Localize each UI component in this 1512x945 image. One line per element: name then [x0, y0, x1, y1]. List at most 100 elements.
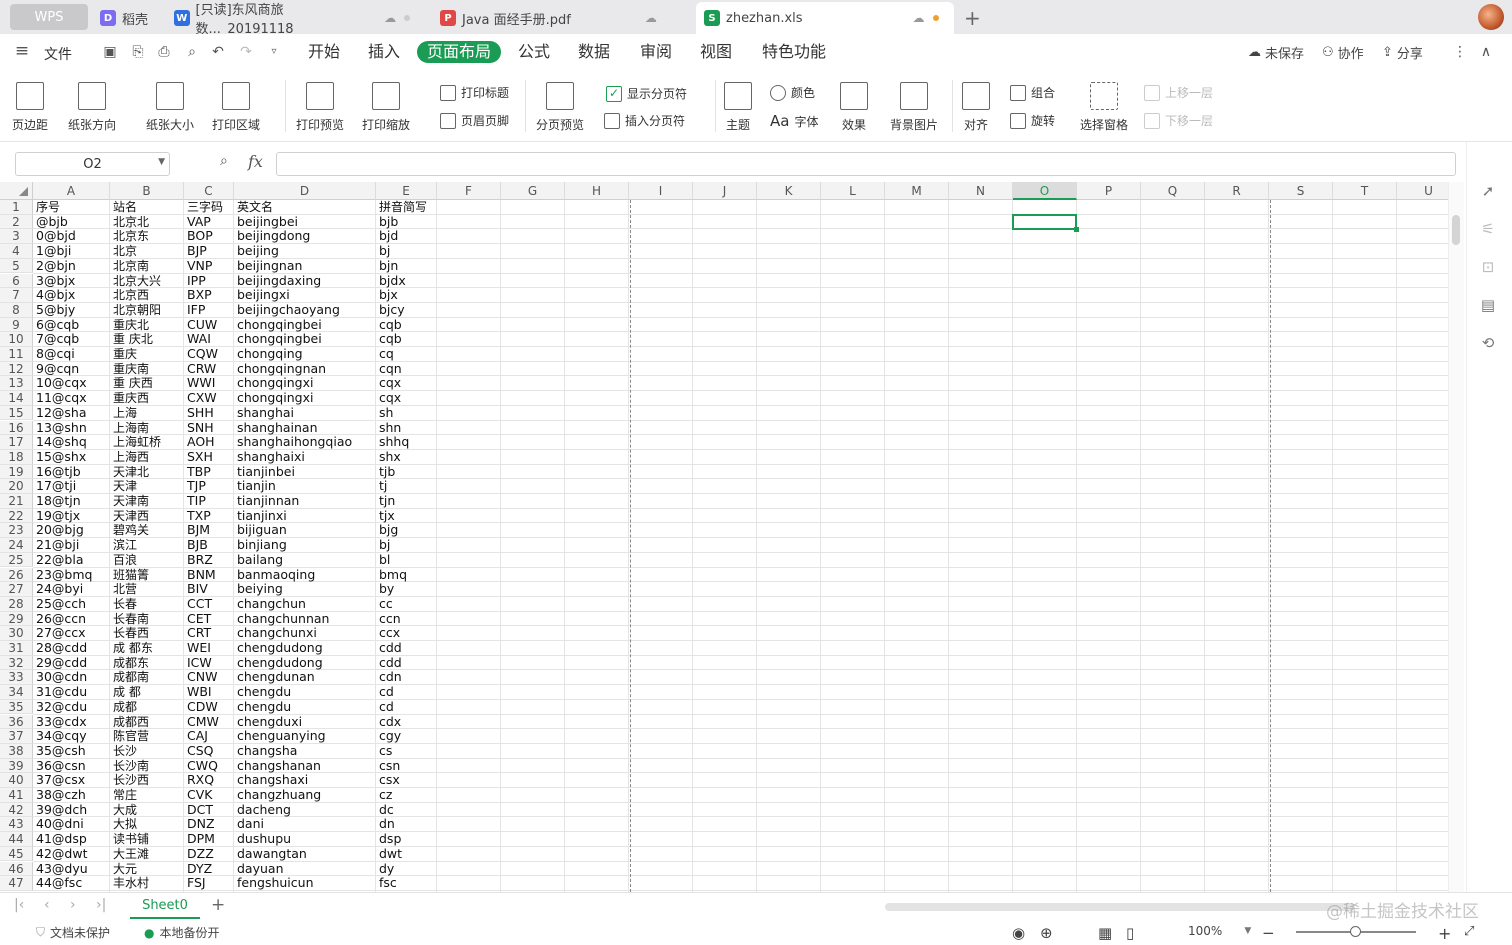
prev-sheet-icon[interactable]: ‹ — [44, 897, 50, 913]
table-cell[interactable]: TBP — [184, 465, 234, 480]
next-sheet-icon[interactable]: › — [70, 897, 76, 913]
table-cell[interactable]: 8@cqi — [33, 347, 110, 362]
table-cell[interactable]: 24@byi — [33, 582, 110, 597]
table-cell[interactable]: tianjinbei — [234, 465, 376, 480]
row-header[interactable]: 24 — [0, 538, 33, 553]
column-header[interactable]: O — [1013, 182, 1077, 200]
table-cell[interactable]: 成 都 — [110, 685, 184, 700]
table-cell[interactable]: 11@cqx — [33, 391, 110, 406]
print-titles-button[interactable]: 打印标题 — [440, 84, 509, 101]
table-cell[interactable]: bjcy — [376, 303, 437, 318]
table-cell[interactable]: 成 都东 — [110, 641, 184, 656]
protect-status[interactable]: ⛉ 文档未保护 — [36, 924, 110, 941]
table-cell[interactable]: WAI — [184, 332, 234, 347]
table-cell[interactable]: by — [376, 582, 437, 597]
table-cell[interactable]: chengdu — [234, 685, 376, 700]
column-header[interactable]: A — [33, 182, 110, 200]
table-cell[interactable]: bjg — [376, 523, 437, 538]
table-cell[interactable]: 9@cqn — [33, 362, 110, 377]
table-cell[interactable]: bjn — [376, 259, 437, 274]
table-cell[interactable]: 北京南 — [110, 259, 184, 274]
column-header[interactable]: F — [437, 182, 501, 200]
table-cell[interactable]: CET — [184, 612, 234, 627]
table-cell[interactable]: 40@dni — [33, 817, 110, 832]
table-cell[interactable]: beijingchaoyang — [234, 303, 376, 318]
table-cell[interactable]: CAJ — [184, 729, 234, 744]
table-cell[interactable]: TXP — [184, 509, 234, 524]
export-pdf-icon[interactable]: ⎘ — [130, 44, 146, 60]
table-cell[interactable]: 成都西 — [110, 715, 184, 730]
table-cell[interactable]: dsp — [376, 832, 437, 847]
table-cell[interactable]: 1@bji — [33, 244, 110, 259]
row-header[interactable]: 18 — [0, 449, 33, 465]
table-cell[interactable]: cdn — [376, 670, 437, 685]
group-button[interactable]: 组合 — [1010, 84, 1055, 101]
table-cell[interactable]: IFP — [184, 303, 234, 318]
table-cell[interactable]: chengdu — [234, 700, 376, 715]
table-cell[interactable]: 成都东 — [110, 656, 184, 671]
page-break-preview-button[interactable]: 分页预览 — [536, 82, 584, 133]
table-cell[interactable]: 北京北 — [110, 215, 184, 230]
table-cell[interactable]: 44@fsc — [33, 876, 110, 891]
table-cell[interactable]: banmaoqing — [234, 568, 376, 583]
table-cell[interactable]: beijingxi — [234, 288, 376, 303]
row-header[interactable]: 37 — [0, 729, 33, 744]
row-header[interactable]: 39 — [0, 758, 33, 774]
table-cell[interactable]: CMW — [184, 715, 234, 730]
table-cell[interactable]: DCT — [184, 803, 234, 818]
table-cell[interactable]: shx — [376, 450, 437, 465]
table-cell[interactable]: 上海西 — [110, 450, 184, 465]
table-cell[interactable]: 23@bmq — [33, 568, 110, 583]
table-cell[interactable]: shanghainan — [234, 421, 376, 436]
table-cell[interactable]: CRW — [184, 362, 234, 377]
table-cell[interactable]: bijiguan — [234, 523, 376, 538]
table-cell[interactable]: bjx — [376, 288, 437, 303]
column-header[interactable]: K — [757, 182, 821, 200]
table-cell[interactable]: csx — [376, 773, 437, 788]
table-cell[interactable]: BJM — [184, 523, 234, 538]
table-cell[interactable]: 4@bjx — [33, 288, 110, 303]
table-cell[interactable]: 33@cdx — [33, 715, 110, 730]
table-cell[interactable]: bjdx — [376, 274, 437, 289]
table-cell[interactable]: changshanan — [234, 759, 376, 774]
hamburger-icon[interactable]: ≡ — [14, 43, 30, 60]
table-cell[interactable]: 滨江 — [110, 538, 184, 553]
row-header[interactable]: 20 — [0, 479, 33, 494]
table-cell[interactable]: 2@bjn — [33, 259, 110, 274]
table-cell[interactable]: chongqingxi — [234, 376, 376, 391]
undo-icon[interactable]: ↶ — [210, 44, 226, 60]
column-header[interactable]: T — [1333, 182, 1397, 200]
column-header[interactable]: R — [1205, 182, 1269, 200]
table-cell[interactable]: 18@tjn — [33, 494, 110, 509]
theme-button[interactable]: 主题 — [724, 82, 752, 133]
table-cell[interactable]: bj — [376, 244, 437, 259]
table-cell[interactable]: 10@cqx — [33, 376, 110, 391]
fonts-button[interactable]: Aa 字体 — [770, 112, 818, 130]
table-cell[interactable]: shn — [376, 421, 437, 436]
row-header[interactable]: 38 — [0, 743, 33, 759]
table-cell[interactable]: 长沙西 — [110, 773, 184, 788]
table-cell[interactable]: beijingdong — [234, 229, 376, 244]
table-cell[interactable]: 北营 — [110, 582, 184, 597]
table-cell[interactable]: 27@ccx — [33, 626, 110, 641]
table-cell[interactable]: dushupu — [234, 832, 376, 847]
row-header[interactable]: 26 — [0, 567, 33, 583]
avatar[interactable] — [1478, 4, 1504, 30]
table-cell[interactable]: cd — [376, 685, 437, 700]
colors-button[interactable]: 颜色 — [770, 84, 815, 101]
table-cell[interactable]: 25@cch — [33, 597, 110, 612]
row-header[interactable]: 22 — [0, 508, 33, 524]
tab-daoke[interactable]: D 稻壳 — [92, 2, 156, 34]
table-cell[interactable]: changsha — [234, 744, 376, 759]
table-cell[interactable]: VAP — [184, 215, 234, 230]
table-cell[interactable]: bjb — [376, 215, 437, 230]
row-header[interactable]: 29 — [0, 611, 33, 627]
table-cell[interactable]: 重 庆北 — [110, 332, 184, 347]
row-header[interactable]: 40 — [0, 773, 33, 788]
table-cell[interactable]: bl — [376, 553, 437, 568]
table-cell[interactable]: SXH — [184, 450, 234, 465]
normal-view-icon[interactable]: ▦ — [1098, 924, 1112, 942]
table-cell[interactable]: cdd — [376, 641, 437, 656]
table-cell[interactable]: 36@csn — [33, 759, 110, 774]
effects-button[interactable]: 效果 — [840, 82, 868, 133]
